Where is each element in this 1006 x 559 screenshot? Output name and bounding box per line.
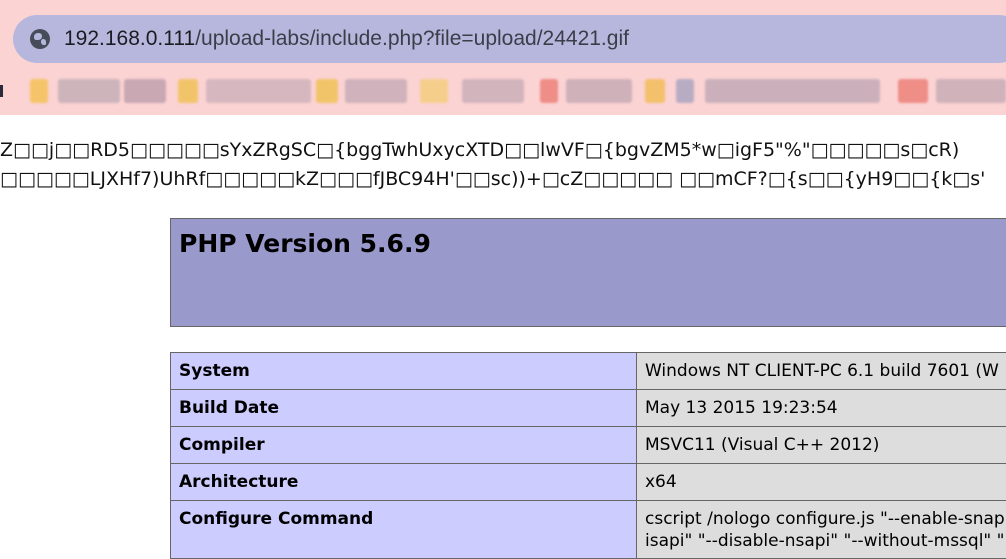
row-value: cscript /nologo configure.js "--enable-s… [636, 500, 1006, 559]
bookmark-item[interactable] [540, 79, 558, 103]
bookmark-item[interactable] [58, 79, 120, 103]
bookmark-item[interactable] [30, 79, 48, 103]
row-key: Configure Command [170, 500, 637, 559]
table-row: System Windows NT CLIENT-PC 6.1 build 76… [170, 352, 1006, 390]
bookmark-item[interactable] [420, 79, 448, 103]
phpinfo-header: PHP Version 5.6.9 [170, 218, 1006, 327]
table-row: Architecture x64 [170, 463, 1006, 501]
raw-gif-output: Z□□j□□RD5□□□□□sYxZRgSC□{bggTwhUxycXTD□□l… [0, 136, 985, 194]
raw-text-line: □□□□□LJXHf7)UhRf□□□□□kZ□□□fJBC94H'□□sc))… [0, 168, 986, 190]
bookmarks-bar [0, 76, 1006, 106]
table-row: Build Date May 13 2015 19:23:54 [170, 389, 1006, 427]
bookmark-item[interactable] [345, 79, 407, 103]
bookmark-item[interactable] [566, 79, 632, 103]
bookmark-item[interactable] [936, 79, 1006, 103]
url-text[interactable]: 192.168.0.111/upload-labs/include.php?fi… [64, 26, 629, 52]
php-version-title: PHP Version 5.6.9 [179, 229, 431, 258]
url-host: 192.168.0.111 [64, 27, 196, 50]
bookmark-item[interactable] [124, 79, 166, 103]
table-row: Configure Command cscript /nologo config… [170, 500, 1006, 559]
raw-text-line: Z□□j□□RD5□□□□□sYxZRgSC□{bggTwhUxycXTD□□l… [0, 139, 960, 161]
row-key: System [170, 352, 637, 390]
phpinfo-table: System Windows NT CLIENT-PC 6.1 build 76… [170, 352, 1006, 559]
url-path: /upload-labs/include.php?file=upload/244… [195, 27, 629, 50]
row-key: Build Date [170, 389, 637, 427]
row-value: May 13 2015 19:23:54 [636, 389, 1006, 427]
row-value: x64 [636, 463, 1006, 501]
bookmark-item[interactable] [462, 79, 524, 103]
browser-toolbar: 192.168.0.111/upload-labs/include.php?fi… [0, 0, 1006, 115]
row-value: Windows NT CLIENT-PC 6.1 build 7601 (W [636, 352, 1006, 390]
row-key: Architecture [170, 463, 637, 501]
table-row: Compiler MSVC11 (Visual C++ 2012) [170, 426, 1006, 464]
bookmark-item[interactable] [705, 79, 880, 103]
row-key: Compiler [170, 426, 637, 464]
value-line: isapi" "--disable-nsapi" "--without-mssq… [645, 531, 1005, 551]
bookmark-item[interactable] [676, 79, 694, 103]
bookmark-item[interactable] [206, 79, 311, 103]
value-line: cscript /nologo configure.js "--enable-s… [645, 509, 1005, 529]
bookmark-item[interactable] [898, 79, 928, 103]
globe-icon[interactable] [30, 29, 50, 49]
bookmark-item[interactable] [178, 79, 198, 103]
bookmark-item[interactable] [645, 79, 665, 103]
bookmark-item[interactable] [316, 79, 338, 103]
row-value: MSVC11 (Visual C++ 2012) [636, 426, 1006, 464]
address-bar[interactable]: 192.168.0.111/upload-labs/include.php?fi… [13, 15, 1006, 63]
